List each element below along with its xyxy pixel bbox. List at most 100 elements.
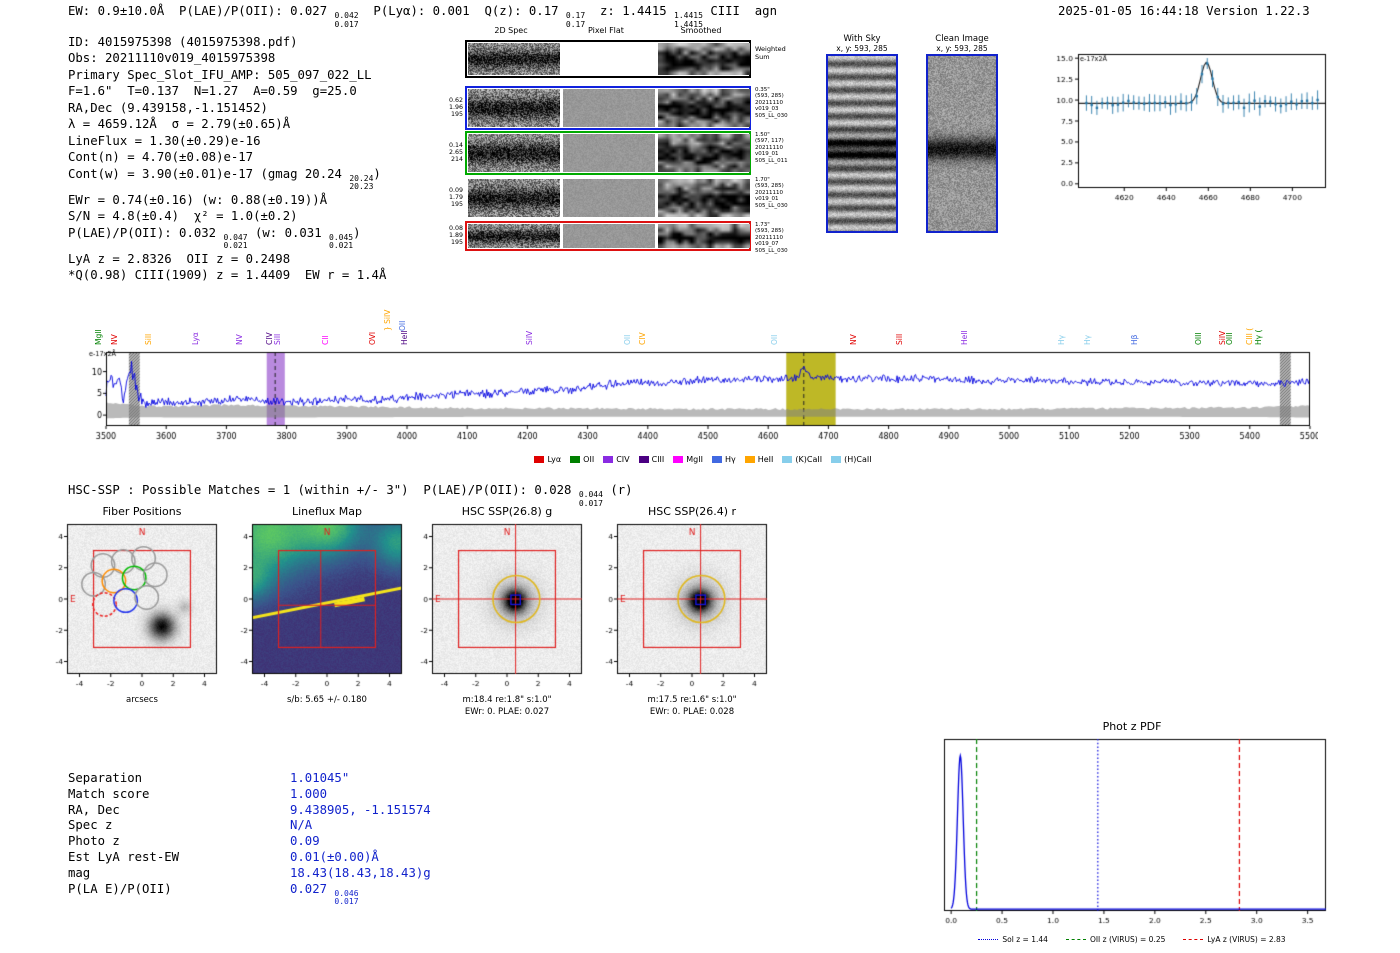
spec2d-row-strip <box>465 40 751 78</box>
text-segment: ) <box>373 166 381 181</box>
match-field-label: Spec z <box>68 818 113 833</box>
match-field-label: P(LA E)/P(OII) <box>68 881 172 896</box>
info-line: EWr = 0.74(±0.16) (w: 0.88(±0.19))Å <box>68 192 386 208</box>
cutout-lineflux-map: Lineflux Map s/b: 5.65 +/- 0.180 <box>224 505 414 706</box>
info-line: ID: 4015975398 (4015975398.pdf) <box>68 34 386 50</box>
photz-legend-line-sample <box>978 939 999 940</box>
match-table-row: RA, Dec 9.438905, -1.151574 <box>68 803 431 819</box>
info-line: Obs: 20211110v019_4015975398 <box>68 50 386 66</box>
spectral-line-label: MgII <box>94 329 104 345</box>
header-timestamp: 2025-01-05 16:44:18 Version 1.22.3 <box>1058 4 1310 18</box>
text-segment: Obs: 20211110v019_4015975398 <box>68 51 276 66</box>
info-line: LineFlux = 1.30(±0.29)e-16 <box>68 133 386 149</box>
legend-item: MgII <box>673 455 703 464</box>
match-table-row: Est LyA rest-EW 0.01(±0.00)Å <box>68 850 431 866</box>
legend-label: (K)CaII <box>795 455 823 464</box>
cutout-caption: EWr: 0. PLAE: 0.028 <box>649 707 735 717</box>
spec2d-image <box>468 224 560 248</box>
cutout-caption: EWr: 0. PLAE: 0.027 <box>464 707 550 717</box>
legend-color-swatch <box>831 456 842 463</box>
spectral-line-label: Hγ <box>1083 334 1093 345</box>
pixel-flat-image <box>563 43 655 75</box>
match-field-value: 9.438905, -1.151574 <box>290 803 431 819</box>
match-table-row: Photo z 0.09 <box>68 834 431 850</box>
text-segment: 18.43(18.43,18.43)g <box>290 865 431 880</box>
with-sky-image <box>826 54 898 233</box>
spectral-line-label: } SiIV <box>383 309 393 331</box>
text-segment: ID: 4015975398 (4015975398.pdf) <box>68 35 298 49</box>
text-segment: 1.000 <box>290 786 328 801</box>
legend-color-swatch <box>570 456 581 463</box>
elixer-report-page: EW: 0.9±10.0Å P(LAE)/P(OII): 0.027 0.042… <box>0 0 1400 953</box>
text-segment: Cont(w) = 3.90(±0.01)e-17 (gmag 20.24 <box>68 166 350 181</box>
smoothed-image <box>658 134 750 172</box>
info-line: Cont(n) = 4.70(±0.08)e-17 <box>68 149 386 165</box>
spec2d-row-strip <box>465 86 751 130</box>
match-field-label: Photo z <box>68 834 120 849</box>
text-segment: ) <box>353 225 361 240</box>
photz-plot <box>930 733 1334 929</box>
photz-legend-line-sample <box>1183 939 1204 940</box>
text-segment: Cont(n) = 4.70(±0.08)e-17 <box>68 150 254 165</box>
spectrum-legend: Lyα OII CIV CIII MgII Hγ HeII (K)CaII (H)CaII <box>88 455 1318 464</box>
match-field-label: Est LyA rest-EW <box>68 849 180 864</box>
text-segment: EW: 0.9±10.0Å P(LAE)/P(OII): 0.027 <box>68 4 335 18</box>
cutout-title: Lineflux Map <box>291 505 363 518</box>
info-line: S/N = 4.8(±0.4) χ² = 1.0(±0.2) <box>68 208 386 224</box>
text-segment: EWr = 0.74(±0.16) (w: 0.88(±0.19))Å <box>68 192 328 207</box>
legend-item: CIII <box>638 455 664 464</box>
match-table-row: mag 18.43(18.43,18.43)g <box>68 866 431 882</box>
cutout-caption: m:18.4 re:1.8" s:1.0" <box>462 695 552 705</box>
spectral-line-label: OII <box>623 334 633 345</box>
line-fit-plot <box>1032 44 1332 214</box>
photz-legend-label: OII z (VIRUS) = 0.25 <box>1089 935 1166 944</box>
smoothed-image <box>658 179 750 217</box>
cutout-panels: Fiber Positions arcsecs Lineflux Map s/b: 5… <box>39 505 819 735</box>
spectral-line-label: NV <box>235 334 245 345</box>
spectral-line-label: CIII ( <box>1244 327 1254 345</box>
spectral-line-label: NV <box>849 334 859 345</box>
photz-title: Phot z PDF <box>1102 720 1162 733</box>
spec2d-image <box>468 89 560 127</box>
spec2d-panel: 2D Spec Pixel Flat Smoothed Weighted Sum 0… <box>443 26 823 258</box>
match-field-value: 1.000 <box>290 787 327 803</box>
text-segment: P(LAE)/P(OII): 0.032 <box>68 225 224 240</box>
match-field-value: 0.09 <box>290 834 320 850</box>
full-spectrum-plot <box>88 349 1318 454</box>
spectral-line-label: SiII <box>894 333 904 345</box>
info-line: Cont(w) = 3.90(±0.01)e-17 (gmag 20.24 20… <box>68 166 386 192</box>
spectral-line-label: HeII <box>400 330 409 345</box>
spectral-line-labels: MgII NV SiII Lyα NV CIV SiII CII OVI} SiIV OII HeI… <box>88 281 1318 347</box>
info-line: P(LAE)/P(OII): 0.032 0.047 0.021 (w: 0.03… <box>68 225 386 251</box>
photz-legend-line-sample <box>1065 939 1086 940</box>
weighted-sum-label: Weighted Sum <box>755 45 786 61</box>
cutout-title: HSC SSP(26.4) r <box>647 505 737 518</box>
match-table-row: Separation 1.01045" <box>68 771 431 787</box>
match-field-label: mag <box>68 865 91 880</box>
legend-label: OII <box>583 455 595 464</box>
spectral-line-label: Lyα <box>191 332 201 345</box>
legend-color-swatch <box>534 456 545 463</box>
legend-label: (H)CaII <box>844 455 872 464</box>
text-segment: N/A <box>290 818 313 833</box>
uncertainty-range: 0.045 0.021 <box>329 232 354 251</box>
pixel-flat-image <box>563 89 655 127</box>
match-table: Separation 1.01045" Match score 1.000 RA, De… <box>68 771 431 907</box>
lineflux-map-plot <box>224 520 410 690</box>
cutout-caption: arcsecs <box>126 695 158 705</box>
hsc-g-cutout-plot <box>404 520 590 690</box>
photz-panel: Phot z PDF Sol z = 1.44 OII z (VIRUS) = 0… <box>926 720 1338 944</box>
text-segment: 0.09 <box>290 834 320 849</box>
photz-legend-item: OII z (VIRUS) = 0.25 <box>1065 935 1166 944</box>
spectral-line-label: SiII <box>144 333 154 345</box>
clean-image <box>926 54 998 233</box>
pixel-flat-image <box>563 179 655 217</box>
photz-legend-label: LyA z (VIRUS) = 2.83 <box>1207 935 1286 944</box>
spec2d-image <box>468 43 560 75</box>
spectral-line-label: OII <box>769 334 779 345</box>
spec2d-row-weights: 0.62 1.96 195 <box>448 97 463 118</box>
spec2d-row-info: 1.70" (593, 285) 20211110 v019_01 505_LL_030 <box>755 177 788 209</box>
text-segment: RA,Dec (9.439158,-1.151452) <box>68 100 268 115</box>
uncertainty-range: 0.047 0.021 <box>223 232 248 251</box>
spectral-line-label: SiIV <box>525 330 535 345</box>
